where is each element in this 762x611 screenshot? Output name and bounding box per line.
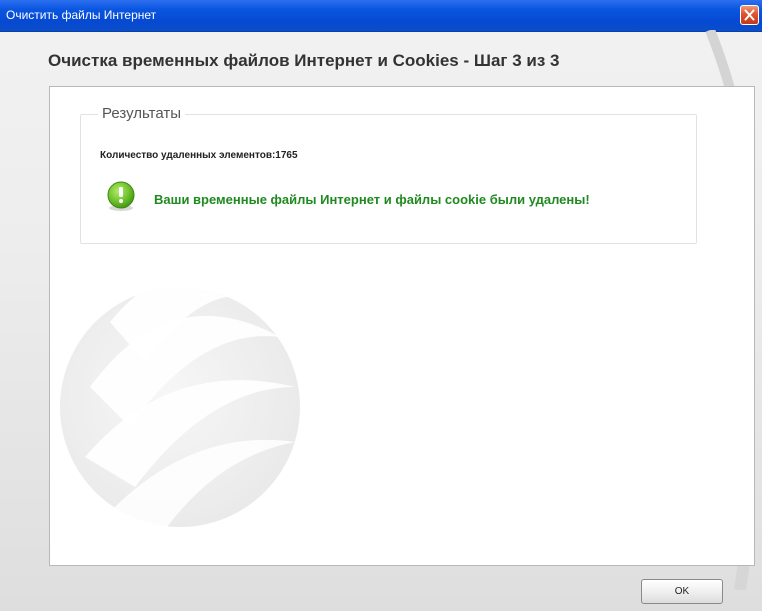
- results-legend: Результаты: [98, 105, 185, 122]
- success-message: Ваши временные файлы Интернет и файлы co…: [154, 192, 590, 207]
- title-bar[interactable]: Очистить файлы Интернет: [0, 0, 762, 32]
- content-panel: Результаты Количество удаленных элементо…: [49, 86, 755, 566]
- step-heading: Очистка временных файлов Интернет и Cook…: [48, 51, 560, 70]
- window-title: Очистить файлы Интернет: [6, 8, 157, 22]
- results-group: [80, 114, 697, 244]
- ok-button[interactable]: OK: [641, 579, 723, 604]
- close-button[interactable]: [740, 5, 759, 25]
- close-icon: [744, 9, 755, 21]
- success-exclamation-icon: [107, 181, 135, 211]
- dialog-window: Очистить файлы Интернет Очистка временны…: [0, 0, 762, 611]
- deleted-count-label: Количество удаленных элементов:1765: [100, 150, 298, 161]
